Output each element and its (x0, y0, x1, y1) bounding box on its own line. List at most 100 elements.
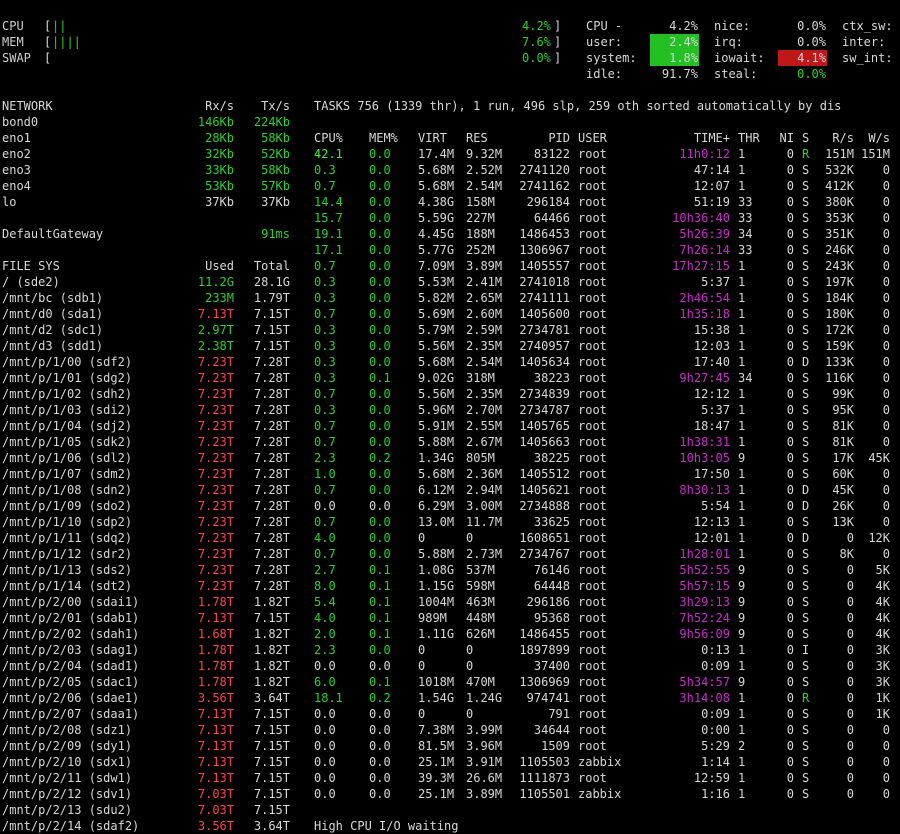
process-time: 1:16 (701, 787, 730, 801)
process-res: 3.96M (466, 739, 503, 753)
cpu-stat-label: steal: (714, 67, 758, 81)
mount-name: /mnt/p/1/04 (sdj2) (2, 419, 133, 433)
mount-total: 7.15T (253, 723, 290, 737)
process-mem: 0.0 (369, 339, 391, 353)
process-ws: 0 (882, 371, 890, 385)
cpu-stat-label: ctx_sw: (842, 19, 893, 33)
mount-used: 7.23T (197, 435, 234, 449)
mount-name: /mnt/p/2/02 (sdah1) (2, 627, 140, 641)
process-user: root (578, 515, 607, 529)
process-virt: 6.12M (418, 483, 455, 497)
mount-total: 7.28T (253, 515, 290, 529)
process-res: 188M (466, 227, 495, 241)
process-virt: 5.96M (418, 403, 455, 417)
mount-total: 3.64T (253, 691, 290, 705)
cpu-stat-label: nice: (714, 19, 751, 33)
mount-total: 7.15T (253, 323, 290, 337)
process-time: 1h28:01 (679, 547, 730, 561)
mount-total: 7.28T (253, 355, 290, 369)
process-time: 10h36:40 (672, 211, 730, 225)
process-user: root (578, 531, 607, 545)
process-cpu: 0.3 (314, 355, 336, 369)
process-user: root (578, 643, 607, 657)
process-pid: 2734781 (519, 323, 570, 337)
process-cpu: 1.0 (314, 467, 336, 481)
process-mem: 0.1 (369, 563, 391, 577)
interface-name: eno3 (2, 163, 31, 177)
process-pid: 2734767 (519, 547, 570, 561)
mount-used: 7.23T (197, 515, 234, 529)
process-cpu: 14.4 (314, 195, 343, 209)
mount-used: 7.23T (197, 579, 234, 593)
mount-total: 7.15T (253, 339, 290, 353)
process-pid: 1509 (541, 739, 570, 753)
process-mem: 0.1 (369, 579, 391, 593)
process-pid: 1306967 (519, 243, 570, 257)
process-ws: 0 (882, 403, 890, 417)
process-cpu: 0.3 (314, 323, 336, 337)
interface-name: lo (2, 195, 17, 209)
process-pid: 1405512 (519, 467, 570, 481)
mount-name: /mnt/p/1/02 (sdh2) (2, 387, 133, 401)
process-time: 1h35:18 (679, 307, 730, 321)
mount-total: 7.28T (253, 483, 290, 497)
process-virt: 5.68M (418, 355, 455, 369)
mount-used: 1.78T (197, 675, 234, 689)
process-virt: 5.68M (418, 467, 455, 481)
process-virt: 0 (418, 659, 426, 673)
process-ws: 0 (882, 419, 890, 433)
process-ws: 12K (868, 531, 890, 545)
process-mem: 0.0 (369, 771, 391, 785)
process-user: root (578, 659, 607, 673)
process-res: 0 (466, 643, 474, 657)
process-pid: 1105501 (519, 787, 570, 801)
process-pid: 2741120 (519, 163, 570, 177)
process-user: root (578, 739, 607, 753)
mount-name: / (sde2) (2, 275, 60, 289)
mount-total: 1.82T (253, 675, 290, 689)
interface-rx: 37Kb (205, 195, 234, 209)
gateway-label: DefaultGateway (2, 227, 104, 241)
mount-name: /mnt/p/2/01 (sdab1) (2, 611, 140, 625)
process-ws: 0 (882, 787, 890, 801)
mount-total: 7.28T (253, 419, 290, 433)
process-res: 3.89M (466, 259, 503, 273)
cpu-percent: 4.2% (522, 19, 551, 33)
process-time: 0:00 (701, 723, 730, 737)
filesys-used-header: Used (205, 259, 234, 273)
swap-label: SWAP (2, 51, 31, 65)
mount-name: /mnt/d2 (sdc1) (2, 323, 104, 337)
process-pid: 33625 (533, 515, 570, 529)
column-header-virt: VIRT (418, 131, 447, 145)
mount-name: /mnt/p/2/14 (sdaf2) (2, 819, 140, 833)
process-time: 7h52:24 (679, 611, 730, 625)
process-ws: 0 (882, 275, 890, 289)
cpu-stat-value: 1.8% (669, 51, 698, 65)
process-cpu: 19.1 (314, 227, 343, 241)
process-ws: 0 (882, 499, 890, 513)
mount-name: /mnt/p/2/09 (sdy1) (2, 739, 133, 753)
process-res: 537M (466, 563, 495, 577)
process-res: 2.70M (466, 403, 503, 417)
process-ws: 0 (882, 259, 890, 273)
cpu-stat-label: inter: (842, 35, 886, 49)
process-time: 12:59 (693, 771, 730, 785)
process-pid: 1405663 (519, 435, 570, 449)
process-virt: 1.08G (418, 563, 455, 577)
process-virt: 9.02G (418, 371, 455, 385)
process-time: 0:09 (701, 707, 730, 721)
process-time: 1h38:31 (679, 435, 730, 449)
process-mem: 0.0 (369, 515, 391, 529)
process-res: 2.60M (466, 307, 503, 321)
process-time: 17:40 (693, 355, 730, 369)
mount-used: 7.23T (197, 499, 234, 513)
process-time: 12:01 (693, 531, 730, 545)
process-user: root (578, 563, 607, 577)
process-cpu: 0.7 (314, 515, 336, 529)
mount-name: /mnt/p/1/14 (sdt2) (2, 579, 133, 593)
mount-used: 7.23T (197, 451, 234, 465)
process-time: 15:38 (693, 323, 730, 337)
process-user: root (578, 419, 607, 433)
process-ws: 4K (875, 579, 890, 593)
mount-total: 7.28T (253, 563, 290, 577)
